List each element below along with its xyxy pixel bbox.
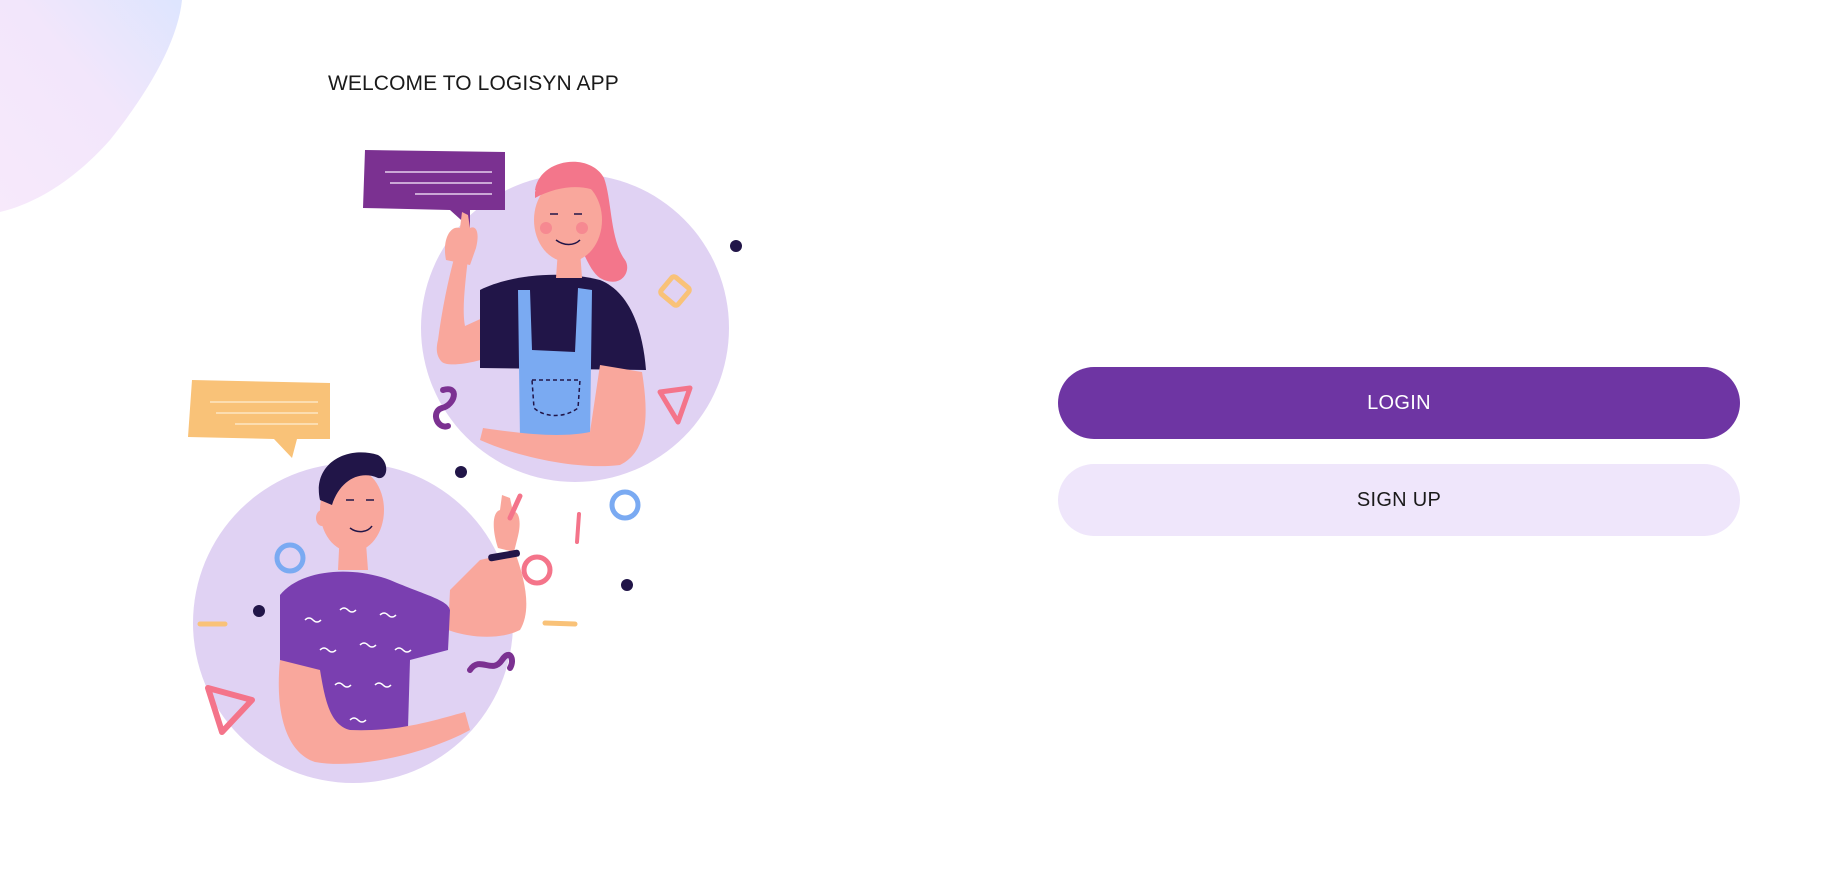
- welcome-page: WELCOME TO LOGISYN APP LOGIN SIGN UP: [0, 0, 1848, 894]
- corner-gradient-blob: [0, 0, 182, 212]
- yellow-speech-bubble-icon: [188, 380, 330, 458]
- signup-button[interactable]: SIGN UP: [1058, 464, 1740, 536]
- page-title: WELCOME TO LOGISYN APP: [328, 72, 619, 95]
- two-people-chatting-illustration: [188, 150, 742, 783]
- login-button[interactable]: LOGIN: [1058, 367, 1740, 439]
